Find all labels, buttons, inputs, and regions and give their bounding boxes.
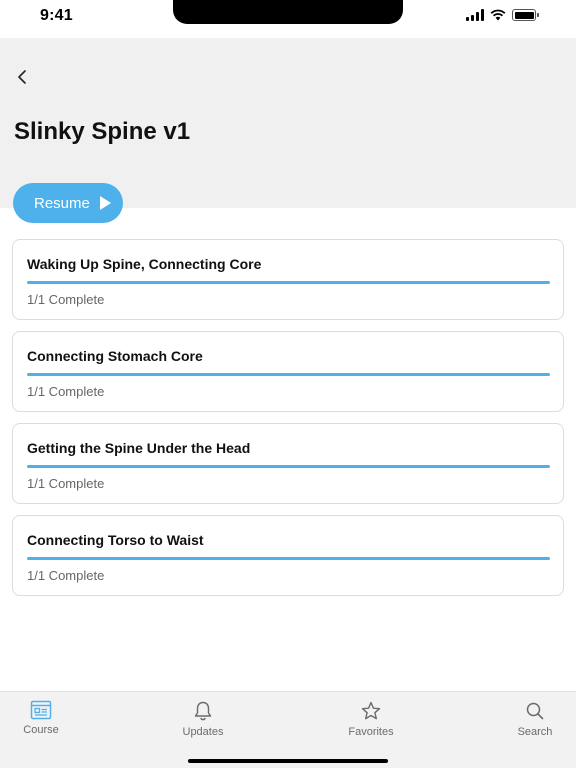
home-indicator (188, 759, 388, 763)
battery-icon (512, 9, 539, 21)
tab-updates[interactable]: Updates (158, 700, 248, 738)
tab-updates-label: Updates (182, 726, 224, 738)
lesson-card[interactable]: Connecting Torso to Waist 1/1 Complete (12, 515, 564, 596)
tab-search[interactable]: Search (490, 700, 576, 738)
bell-icon (194, 701, 212, 721)
lesson-card[interactable]: Connecting Stomach Core 1/1 Complete (12, 331, 564, 412)
lesson-title: Connecting Stomach Core (27, 348, 203, 364)
lesson-status: 1/1 Complete (27, 568, 105, 583)
tab-favorites-label: Favorites (348, 726, 394, 738)
resume-button-label: Resume (34, 194, 90, 212)
search-icon (526, 702, 544, 720)
lesson-progress-bar (27, 373, 550, 376)
lesson-title: Waking Up Spine, Connecting Core (27, 256, 262, 272)
lesson-card[interactable]: Waking Up Spine, Connecting Core 1/1 Com… (12, 239, 564, 320)
status-time: 9:41 (40, 7, 73, 24)
lesson-title: Getting the Spine Under the Head (27, 440, 251, 456)
status-bar: 9:41 (0, 0, 576, 38)
page-title: Slinky Spine v1 (14, 118, 191, 145)
chevron-left-icon (18, 70, 26, 84)
play-icon (99, 196, 111, 210)
tab-course[interactable]: Course (0, 700, 86, 736)
lesson-title: Connecting Torso to Waist (27, 532, 204, 548)
back-button[interactable] (12, 66, 32, 88)
lesson-status: 1/1 Complete (27, 292, 105, 307)
lesson-progress-bar (27, 557, 550, 560)
lesson-progress-bar (27, 281, 550, 284)
notch (173, 0, 403, 24)
tab-search-label: Search (517, 726, 553, 738)
course-icon (30, 700, 52, 720)
status-icons (466, 9, 539, 21)
star-icon (361, 701, 381, 720)
tab-favorites[interactable]: Favorites (326, 700, 416, 738)
signal-icon (466, 9, 484, 21)
lesson-list: Waking Up Spine, Connecting Core 1/1 Com… (12, 239, 564, 607)
tab-course-label: Course (23, 724, 59, 736)
wifi-icon (490, 9, 506, 21)
lesson-progress-bar (27, 465, 550, 468)
resume-button[interactable]: Resume (13, 183, 123, 223)
tab-bar: Course Updates Favorites Search (0, 691, 576, 768)
lesson-card[interactable]: Getting the Spine Under the Head 1/1 Com… (12, 423, 564, 504)
lesson-status: 1/1 Complete (27, 476, 105, 491)
lesson-status: 1/1 Complete (27, 384, 105, 399)
